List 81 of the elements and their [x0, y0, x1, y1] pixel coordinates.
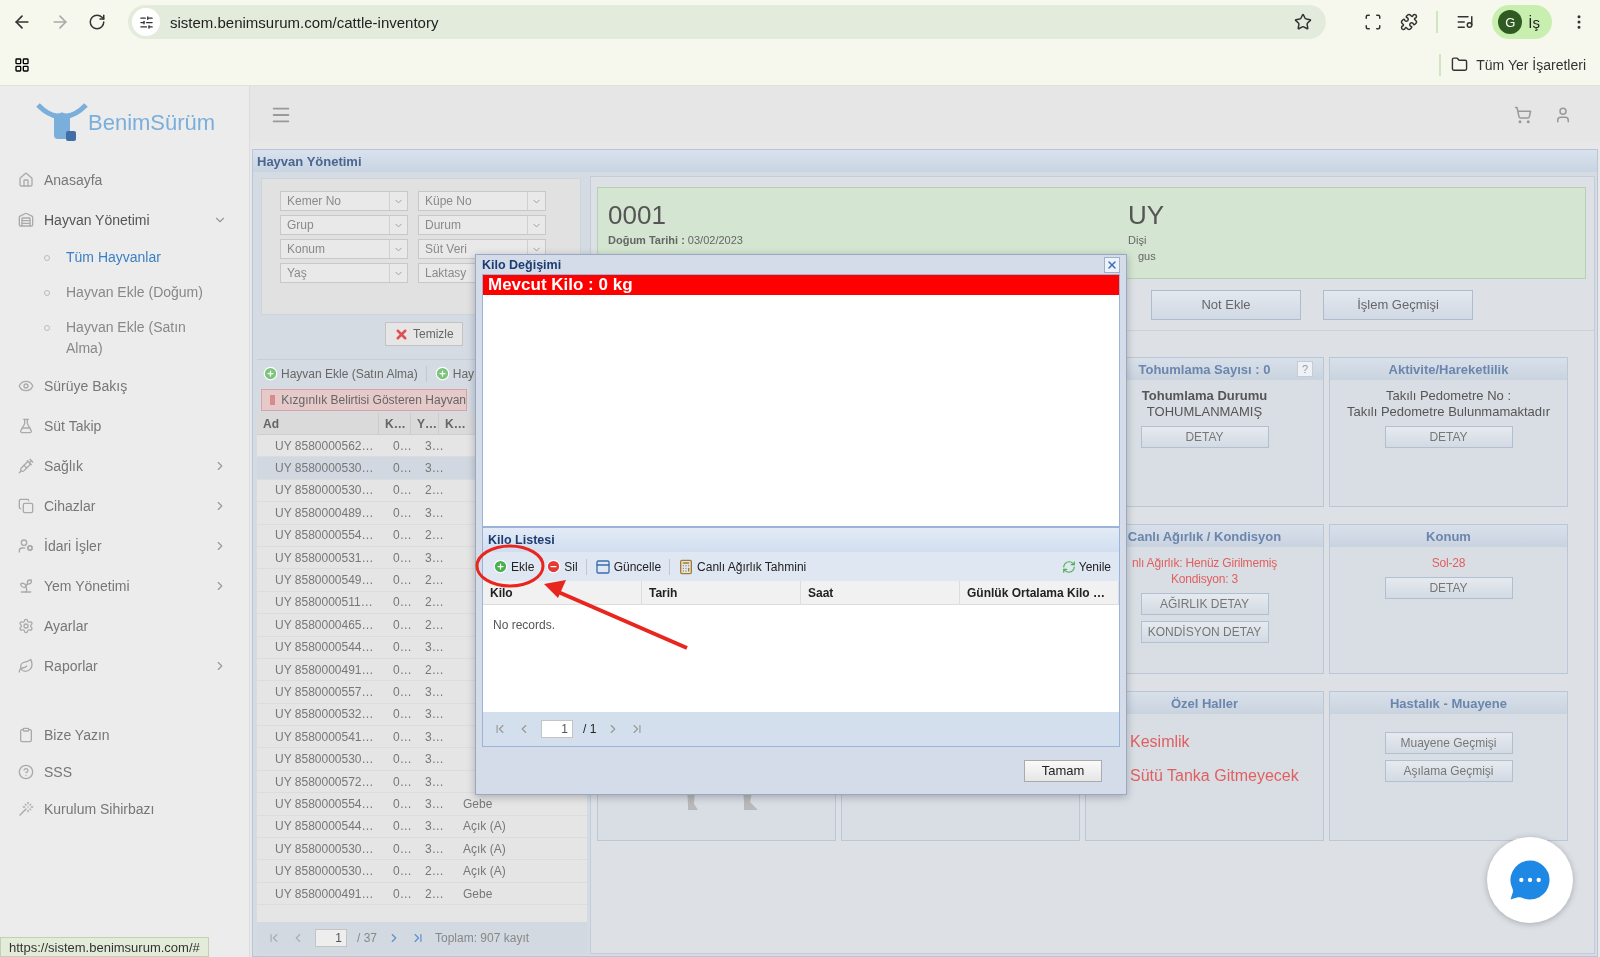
profile-label: İş: [1528, 13, 1540, 31]
card-text: nlı Ağırlık: Henüz Girilmemiş: [1132, 555, 1277, 571]
table-cell-text: UY 8580000557…: [274, 684, 375, 701]
url-text: sistem.benimsurum.com/cattle-inventory: [170, 13, 440, 31]
table-cell-text: Açık (A): [462, 818, 507, 836]
tag-prefix: UY: [1128, 200, 1166, 230]
page-count: / 37: [357, 931, 377, 945]
card-text: Kesimlik: [1130, 734, 1190, 750]
table-cell-text: 0…: [392, 437, 411, 455]
empty-message: No records.: [493, 618, 556, 632]
dialog-title: Kilo Değişimi: [482, 257, 562, 272]
card-text: Sol-28: [1431, 555, 1466, 571]
card-title: Canlı Ağırlık / Kondisyon: [1127, 528, 1282, 544]
table-cell-text: 0…: [392, 818, 411, 836]
breed-text: gus: [1137, 250, 1157, 262]
logo-text: BenimSürüm: [88, 110, 216, 136]
card-title: Hastalık - Muayene: [1389, 695, 1507, 711]
legend-text: Kızgınlık Belirtisi Gösteren Hayvan: [281, 393, 466, 407]
table-cell-text: UY 8580000489…: [274, 504, 375, 522]
table-cell-text: 0…: [392, 706, 411, 724]
table-cell-text: UY 8580000531…: [274, 549, 375, 567]
table-cell-text: Açık (A): [462, 863, 507, 881]
card-title: Tohumlama Sayısı : 0: [1138, 361, 1271, 377]
table-cell-text: UY 8580000544…: [274, 818, 375, 836]
table-cell-text: UY 8580000541…: [274, 728, 375, 746]
table-cell-text: 0…: [392, 885, 411, 903]
table-cell-text: UY 8580000532…: [274, 706, 375, 724]
card-title: Özel Haller: [1170, 695, 1239, 711]
table-cell-text: Açık (A): [462, 840, 507, 858]
table-cell-text: UY 8580000511…: [274, 594, 374, 612]
current-weight-banner: Mevcut Kilo : 0 kg: [483, 275, 1119, 295]
profile-avatar: G: [1498, 10, 1523, 34]
card-title: Konum: [1426, 528, 1471, 544]
table-cell-text: 0…: [392, 773, 411, 791]
card-text: TOHUMLANMAMIŞ: [1146, 404, 1263, 420]
table-cell-text: 0…: [392, 460, 411, 478]
table-cell-text: 0…: [392, 504, 411, 522]
bookmarks-folder-label: Tüm Yer İşaretleri: [1476, 56, 1586, 73]
table-cell-text: UY 8580000491…: [274, 661, 375, 679]
table-cell-text: UY 8580000554…: [274, 527, 375, 545]
table-cell-text: UY 8580000572…: [274, 773, 375, 791]
status-url: https://sistem.benimsurum.com/#: [0, 937, 209, 957]
card-text: Sütü Tanka Gitmeyecek: [1130, 768, 1299, 784]
table-cell-text: 0…: [392, 840, 411, 858]
card-text: Takılı Pedometre Bulunmamaktadır: [1346, 404, 1550, 420]
table-cell-text: UY 8580000530…: [274, 840, 375, 858]
table-cell-text: UY 8580000530…: [274, 751, 375, 769]
table-cell-text: 0…: [392, 527, 411, 545]
card-title: Aktivite/Hareketlilik: [1388, 361, 1509, 377]
table-cell-text: 0…: [392, 684, 411, 701]
list-title: Kilo Listesi: [483, 528, 1119, 552]
table-cell-text: UY 8580000530…: [274, 460, 375, 478]
record-total: Toplam: 907 kayıt: [435, 931, 530, 945]
sex-text: Dişi: [1128, 234, 1148, 246]
table-cell-text: UY 8580000491…: [274, 885, 375, 903]
card-text: Tohumlama Durumu: [1141, 388, 1268, 404]
table-cell-text: UY 8580000530…: [274, 863, 375, 881]
table-cell-text: Gebe: [462, 885, 494, 903]
table-cell-text: UY 8580000544…: [274, 639, 375, 657]
table-cell-text: 0…: [392, 795, 411, 813]
animal-number: 0001: [608, 200, 667, 230]
table-cell-text: 0…: [392, 482, 411, 500]
table-cell-text: 0…: [392, 594, 411, 612]
table-cell-text: 0…: [392, 616, 411, 634]
table-cell-text: 0…: [392, 572, 411, 590]
table-cell-text: UY 8580000465…: [274, 616, 375, 634]
table-cell-text: 0…: [392, 661, 411, 679]
table-cell-text: 0…: [392, 549, 411, 567]
table-cell-text: 0…: [392, 863, 411, 881]
table-cell-text: UY 8580000554…: [274, 795, 375, 813]
table-cell-text: 0…: [392, 751, 411, 769]
panel-title: Hayvan Yönetimi: [253, 150, 1597, 172]
table-cell-text: UY 8580000530…: [274, 482, 375, 500]
card-text: Takılı Pedometre No :: [1386, 388, 1511, 404]
table-cell-text: 0…: [392, 639, 411, 657]
table-cell-text: UY 8580000562…: [274, 437, 375, 455]
table-cell-text: UY 8580000549…: [274, 572, 375, 590]
table-cell-text: 0…: [392, 728, 411, 746]
card-text: Kondisyon: 3: [1171, 571, 1238, 587]
birth-date: Doğum Tarihi : 03/02/2023: [608, 234, 744, 246]
table-cell-text: Gebe: [462, 795, 494, 813]
